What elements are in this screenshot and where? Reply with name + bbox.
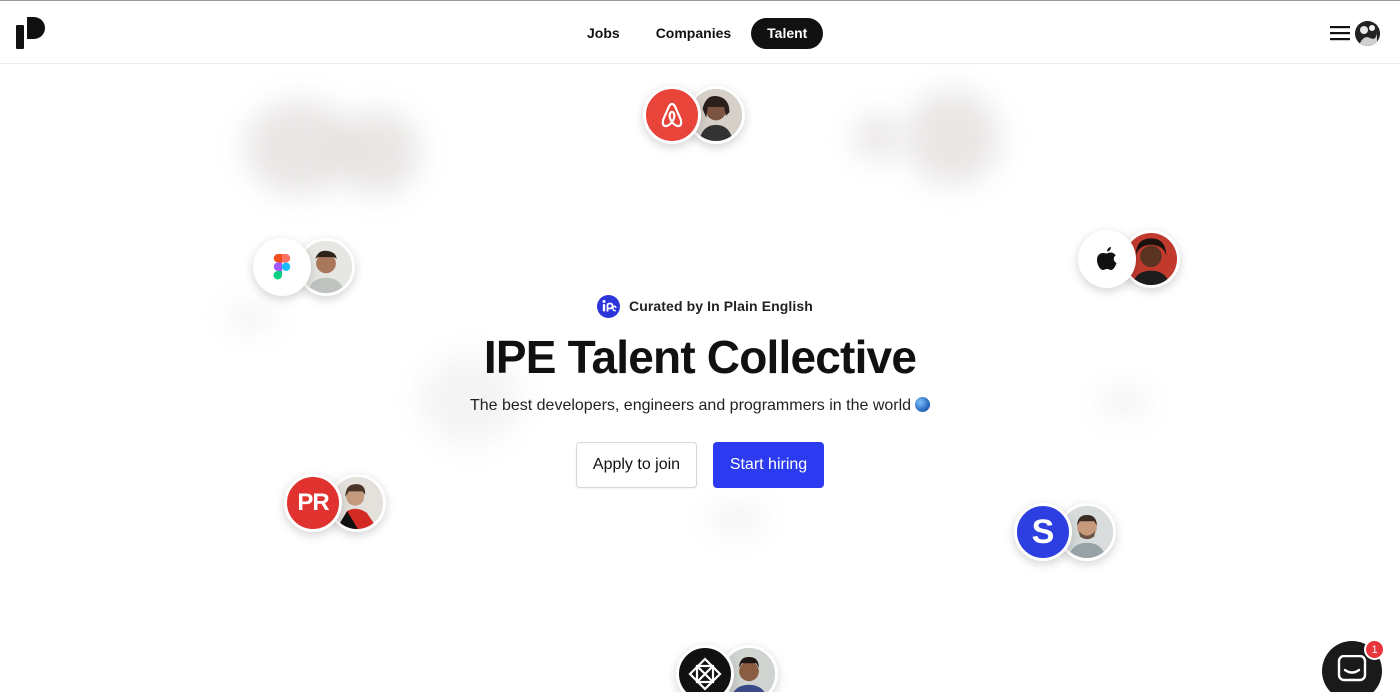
pattern-logo-icon (676, 645, 734, 692)
figma-logo-icon (253, 238, 311, 296)
globe-icon (915, 397, 931, 412)
nav-jobs[interactable]: Jobs (571, 18, 636, 49)
s-logo-text: S (1031, 512, 1055, 551)
background-blur (335, 110, 420, 195)
talent-card-airbnb (643, 86, 745, 146)
curated-by: Curated by In Plain English (597, 294, 813, 318)
background-blur (710, 505, 765, 533)
apple-logo-icon (1078, 230, 1136, 288)
curated-label: Curated by In Plain English (629, 298, 813, 314)
chat-icon (1337, 655, 1367, 682)
talent-card-pr: PR (284, 474, 386, 534)
top-bar: Jobs Companies Talent (0, 0, 1400, 64)
pr-logo-text: PR (297, 489, 329, 516)
main-nav: Jobs Companies Talent (571, 17, 824, 49)
apply-to-join-button[interactable]: Apply to join (576, 442, 697, 488)
notification-badge: 1 (1364, 639, 1385, 660)
subtitle-text: The best developers, engineers and progr… (469, 397, 912, 414)
site-logo[interactable] (16, 17, 46, 49)
background-blur (905, 90, 1000, 185)
talent-card-bottom (676, 645, 778, 692)
talent-card-s: S (1014, 503, 1116, 563)
background-blur (225, 305, 275, 330)
airbnb-logo-icon (643, 86, 701, 144)
in-plain-english-logo-icon (597, 294, 620, 318)
user-avatar[interactable] (1355, 21, 1380, 46)
page-title: IPE Talent Collective (483, 331, 917, 383)
talent-card-figma (253, 238, 355, 298)
nav-companies[interactable]: Companies (640, 18, 747, 49)
pr-logo-icon: PR (284, 474, 342, 532)
talent-card-apple (1078, 230, 1180, 290)
background-blur (855, 115, 900, 160)
nav-talent[interactable]: Talent (751, 17, 824, 49)
start-hiring-button[interactable]: Start hiring (713, 442, 824, 488)
hamburger-menu-icon[interactable] (1330, 23, 1352, 43)
s-logo-icon: S (1014, 503, 1072, 561)
page-subtitle: The best developers, engineers and progr… (0, 397, 1400, 415)
